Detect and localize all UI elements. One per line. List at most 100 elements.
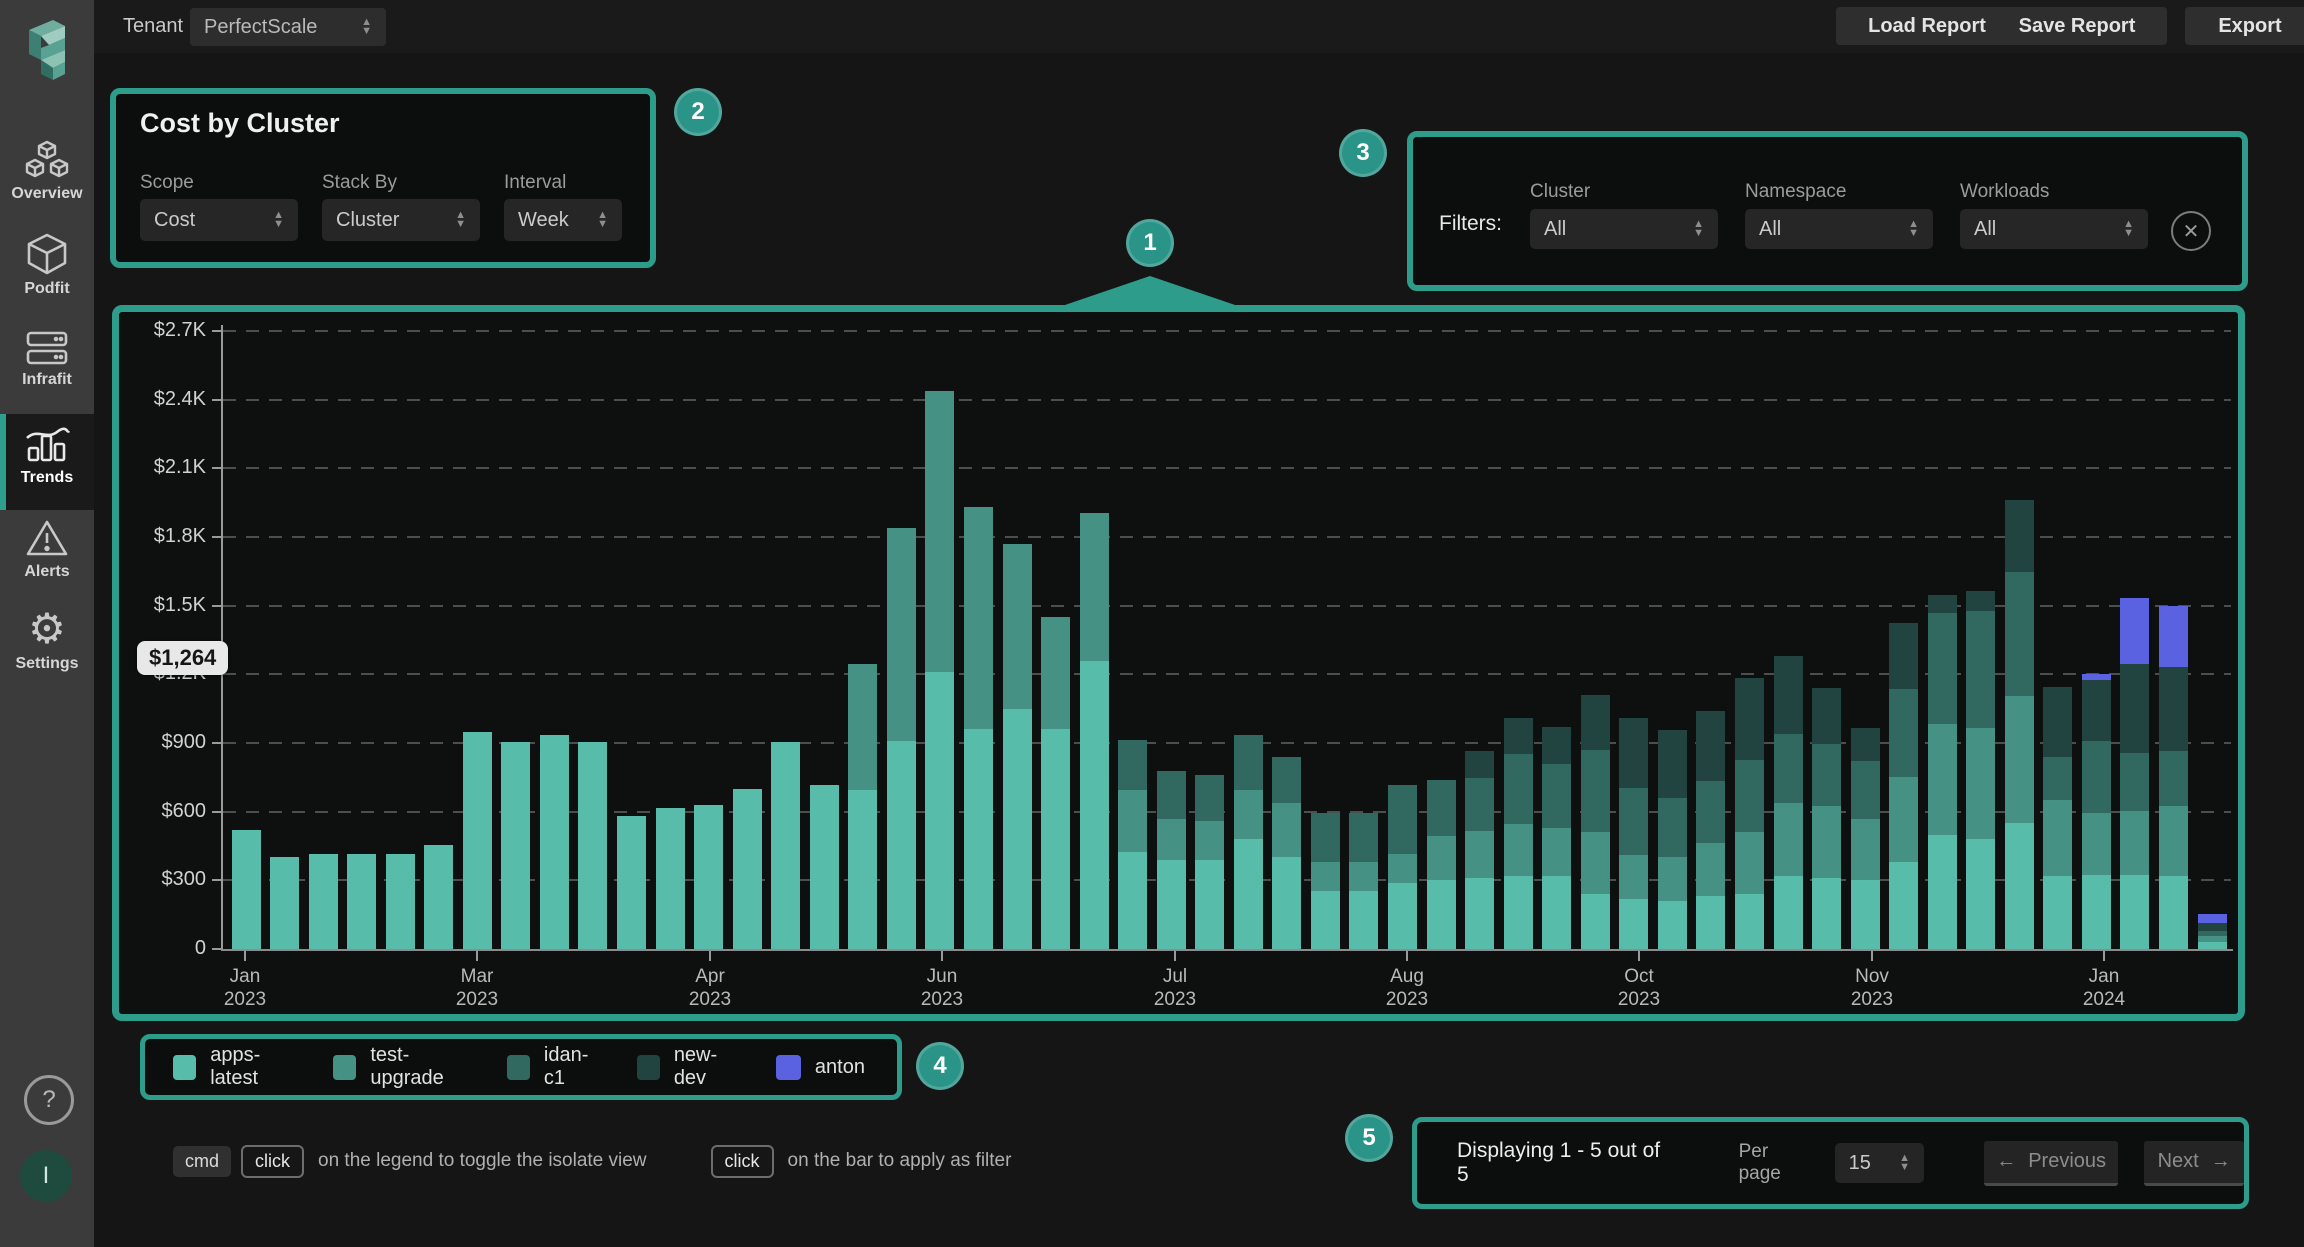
bar-segment-new-dev[interactable]: [1542, 727, 1571, 764]
bar-segment-idan-c1[interactable]: [1504, 754, 1533, 824]
bar-segment-apps-latest[interactable]: [848, 790, 877, 949]
bar-segment-test-upgrade[interactable]: [964, 507, 993, 729]
bar-segment-new-dev[interactable]: [2198, 923, 2227, 931]
bar-segment-apps-latest[interactable]: [1619, 899, 1648, 949]
bar-segment-test-upgrade[interactable]: [1696, 843, 1725, 896]
bar-segment-idan-c1[interactable]: [1542, 764, 1571, 828]
bar-segment-idan-c1[interactable]: [1619, 788, 1648, 855]
bar-segment-apps-latest[interactable]: [1080, 661, 1109, 949]
bar-segment-apps-latest[interactable]: [2082, 875, 2111, 949]
sidebar-item-trends[interactable]: Trends: [0, 424, 94, 487]
help-button[interactable]: ?: [24, 1075, 74, 1125]
previous-page-button[interactable]: ← Previous: [1984, 1141, 2118, 1186]
bar-segment-apps-latest[interactable]: [2198, 942, 2227, 949]
bar-segment-test-upgrade[interactable]: [1311, 862, 1340, 891]
bar-segment-apps-latest[interactable]: [2159, 876, 2188, 949]
bar-segment-idan-c1[interactable]: [1774, 734, 1803, 803]
bar-segment-idan-c1[interactable]: [1311, 813, 1340, 862]
next-page-button[interactable]: Next →: [2144, 1141, 2244, 1186]
bar-segment-test-upgrade[interactable]: [1041, 617, 1070, 729]
bar-segment-apps-latest[interactable]: [424, 845, 453, 949]
bar-segment-apps-latest[interactable]: [2005, 823, 2034, 949]
bar-segment-apps-latest[interactable]: [1658, 901, 1687, 949]
bar-segment-test-upgrade[interactable]: [1581, 832, 1610, 894]
bar-segment-idan-c1[interactable]: [1157, 771, 1186, 819]
bar-segment-apps-latest[interactable]: [540, 735, 569, 949]
bar-segment-test-upgrade[interactable]: [1542, 828, 1571, 876]
bar-segment-apps-latest[interactable]: [1427, 880, 1456, 949]
bar-segment-test-upgrade[interactable]: [1812, 806, 1841, 878]
bar-segment-apps-latest[interactable]: [232, 830, 261, 949]
bar-segment-apps-latest[interactable]: [1581, 894, 1610, 949]
bar-segment-test-upgrade[interactable]: [1619, 855, 1648, 899]
sidebar-item-infrafit[interactable]: Infrafit: [0, 330, 94, 389]
bar-segment-new-dev[interactable]: [1735, 678, 1764, 760]
bar-segment-apps-latest[interactable]: [1465, 878, 1494, 949]
bar-segment-new-dev[interactable]: [2159, 667, 2188, 751]
bar-segment-apps-latest[interactable]: [1966, 839, 1995, 949]
bar-segment-test-upgrade[interactable]: [2198, 936, 2227, 942]
bar-segment-new-dev[interactable]: [2043, 687, 2072, 757]
bar-segment-test-upgrade[interactable]: [1966, 728, 1995, 839]
bar-segment-new-dev[interactable]: [2120, 664, 2149, 753]
bar-segment-new-dev[interactable]: [2082, 680, 2111, 741]
per-page-select[interactable]: 15 ▲▼: [1835, 1143, 1924, 1183]
bar-segment-new-dev[interactable]: [1504, 718, 1533, 754]
bar-segment-apps-latest[interactable]: [1118, 852, 1147, 949]
bar-segment-new-dev[interactable]: [1851, 728, 1880, 761]
filter-cluster-select[interactable]: All ▲▼: [1530, 209, 1718, 249]
bar-segment-apps-latest[interactable]: [2120, 875, 2149, 949]
bar-segment-test-upgrade[interactable]: [2043, 800, 2072, 876]
interval-select[interactable]: Week ▲▼: [504, 199, 622, 241]
sidebar-item-overview[interactable]: Overview: [0, 140, 94, 203]
bar-segment-test-upgrade[interactable]: [1889, 777, 1918, 862]
bar-segment-idan-c1[interactable]: [1735, 760, 1764, 832]
bar-segment-new-dev[interactable]: [1889, 623, 1918, 689]
bar-segment-apps-latest[interactable]: [1851, 880, 1880, 949]
bar-segment-apps-latest[interactable]: [1504, 876, 1533, 949]
bar-segment-test-upgrade[interactable]: [925, 391, 954, 672]
bar-segment-test-upgrade[interactable]: [1234, 790, 1263, 839]
bar-segment-apps-latest[interactable]: [1696, 896, 1725, 949]
bar-segment-test-upgrade[interactable]: [1427, 836, 1456, 880]
bar-segment-apps-latest[interactable]: [270, 857, 299, 949]
bar-segment-idan-c1[interactable]: [1349, 813, 1378, 862]
export-button[interactable]: Export: [2185, 7, 2304, 45]
bar-segment-idan-c1[interactable]: [2120, 753, 2149, 811]
bar-segment-apps-latest[interactable]: [578, 742, 607, 949]
bar-segment-apps-latest[interactable]: [1928, 835, 1957, 949]
bar-segment-idan-c1[interactable]: [1812, 744, 1841, 806]
bar-segment-test-upgrade[interactable]: [1118, 790, 1147, 852]
bar-segment-apps-latest[interactable]: [1388, 883, 1417, 949]
bar-segment-test-upgrade[interactable]: [1928, 724, 1957, 835]
bar-segment-idan-c1[interactable]: [2043, 757, 2072, 800]
bar-segment-apps-latest[interactable]: [1812, 878, 1841, 949]
bar-segment-test-upgrade[interactable]: [1272, 803, 1301, 857]
bar-segment-apps-latest[interactable]: [887, 741, 916, 949]
filter-namespace-select[interactable]: All ▲▼: [1745, 209, 1933, 249]
bar-segment-apps-latest[interactable]: [1234, 839, 1263, 949]
filter-workloads-select[interactable]: All ▲▼: [1960, 209, 2148, 249]
bar-segment-anton[interactable]: [2120, 598, 2149, 664]
sidebar-item-podfit[interactable]: Podfit: [0, 233, 94, 298]
stackby-select[interactable]: Cluster ▲▼: [322, 199, 480, 241]
bar-segment-test-upgrade[interactable]: [2005, 696, 2034, 823]
bar-segment-idan-c1[interactable]: [1928, 613, 1957, 724]
bar-segment-idan-c1[interactable]: [1118, 740, 1147, 790]
sidebar-item-settings[interactable]: ⚙ Settings: [0, 608, 94, 673]
sidebar-item-alerts[interactable]: Alerts: [0, 518, 94, 581]
bar-segment-apps-latest[interactable]: [1195, 860, 1224, 949]
bar-segment-new-dev[interactable]: [1465, 751, 1494, 778]
bar-segment-test-upgrade[interactable]: [1735, 832, 1764, 894]
bar-segment-apps-latest[interactable]: [1735, 894, 1764, 949]
bar-segment-apps-latest[interactable]: [925, 672, 954, 949]
bar-segment-idan-c1[interactable]: [1851, 761, 1880, 819]
bar-segment-test-upgrade[interactable]: [1465, 831, 1494, 878]
legend-item-test-upgrade[interactable]: test-upgrade: [333, 1044, 475, 1090]
tenant-select[interactable]: PerfectScale ▲▼: [190, 8, 386, 46]
bar-segment-new-dev[interactable]: [1774, 656, 1803, 734]
legend-item-anton[interactable]: anton: [776, 1055, 865, 1080]
bar-segment-idan-c1[interactable]: [2159, 751, 2188, 806]
bar-segment-idan-c1[interactable]: [1388, 785, 1417, 854]
bar-segment-test-upgrade[interactable]: [1774, 803, 1803, 876]
